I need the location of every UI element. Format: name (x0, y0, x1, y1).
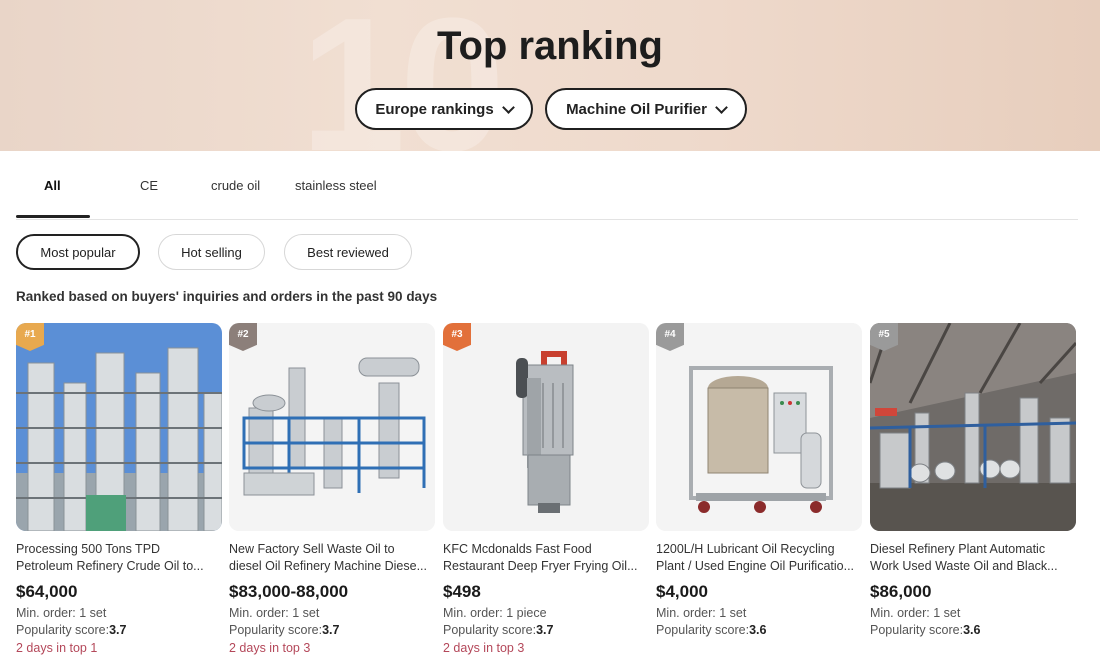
tab-all[interactable]: All (44, 178, 61, 193)
popularity-score: Popularity score:3.7 (16, 623, 127, 637)
days-in-top: 2 days in top 3 (229, 641, 311, 655)
oil-purifier-cart-icon (656, 323, 862, 531)
sort-best-reviewed[interactable]: Best reviewed (284, 234, 412, 270)
category-tabs: All CE crude oil stainless steel (16, 170, 1078, 220)
tab-ce[interactable]: CE (140, 178, 158, 193)
min-order: Min. order: 1 set (229, 606, 320, 620)
product-title[interactable]: Processing 500 Tons TPD Petroleum Refine… (16, 541, 216, 575)
min-order: Min. order: 1 set (870, 606, 961, 620)
header-banner: 10 Top ranking Europe rankings Machine O… (0, 0, 1100, 151)
product-price: $83,000-88,000 (229, 582, 349, 601)
product-title[interactable]: KFC Mcdonalds Fast Food Restaurant Deep … (443, 541, 643, 575)
region-select-label: Europe rankings (375, 100, 494, 118)
product-image[interactable]: #1 (16, 323, 222, 531)
min-order: Min. order: 1 piece (443, 606, 547, 620)
product-title[interactable]: Diesel Refinery Plant Automatic Work Use… (870, 541, 1070, 575)
tab-stainless-steel[interactable]: stainless steel (295, 178, 377, 193)
product-image[interactable]: #2 (229, 323, 435, 531)
product-title[interactable]: 1200L/H Lubricant Oil Recycling Plant / … (656, 541, 856, 575)
product-price: $64,000 (16, 582, 78, 601)
popularity-score: Popularity score:3.6 (656, 623, 767, 637)
chevron-down-icon (501, 100, 515, 114)
popularity-score: Popularity score:3.7 (229, 623, 340, 637)
product-card-3[interactable]: #3 KFC Mcdonalds Fast Food Restaurant De… (443, 323, 649, 663)
page-title: Top ranking (437, 24, 663, 68)
product-card-5[interactable]: #5 Diesel Refinery Plant Automatic Work … (870, 323, 1076, 663)
factory-hall-icon (870, 323, 1076, 531)
product-image[interactable]: #3 (443, 323, 649, 531)
active-tab-indicator (16, 215, 90, 218)
chevron-down-icon (715, 100, 728, 114)
product-card-2[interactable]: #2 New Factory Sell Waste Oil to diesel … (229, 323, 435, 663)
min-order: Min. order: 1 set (16, 606, 107, 620)
product-card-4[interactable]: #4 1200L/H Lubricant Oil Recycling Plant… (656, 323, 862, 663)
popularity-score: Popularity score:3.6 (870, 623, 981, 637)
refinery-plant-icon (229, 323, 435, 531)
min-order: Min. order: 1 set (656, 606, 747, 620)
product-title[interactable]: New Factory Sell Waste Oil to diesel Oil… (229, 541, 429, 575)
product-price: $498 (443, 582, 481, 601)
tab-crude-oil[interactable]: crude oil (211, 178, 260, 193)
ranking-description: Ranked based on buyers' inquiries and or… (16, 289, 438, 304)
popularity-score: Popularity score:3.7 (443, 623, 554, 637)
sort-hot-selling[interactable]: Hot selling (158, 234, 265, 270)
product-image[interactable]: #5 (870, 323, 1076, 531)
days-in-top: 2 days in top 3 (443, 641, 525, 655)
product-price: $86,000 (870, 582, 932, 601)
category-select[interactable]: Machine Oil Purifier (545, 88, 747, 130)
region-select[interactable]: Europe rankings (355, 88, 533, 130)
refinery-tower-icon (16, 323, 222, 531)
days-in-top: 2 days in top 1 (16, 641, 98, 655)
product-price: $4,000 (656, 582, 708, 601)
product-image[interactable]: #4 (656, 323, 862, 531)
category-select-label: Machine Oil Purifier (566, 100, 707, 118)
product-card-1[interactable]: #1 Processing 500 Tons TPD Petroleum Ref… (16, 323, 222, 663)
oil-filter-icon (443, 323, 649, 531)
sort-most-popular[interactable]: Most popular (16, 234, 140, 270)
